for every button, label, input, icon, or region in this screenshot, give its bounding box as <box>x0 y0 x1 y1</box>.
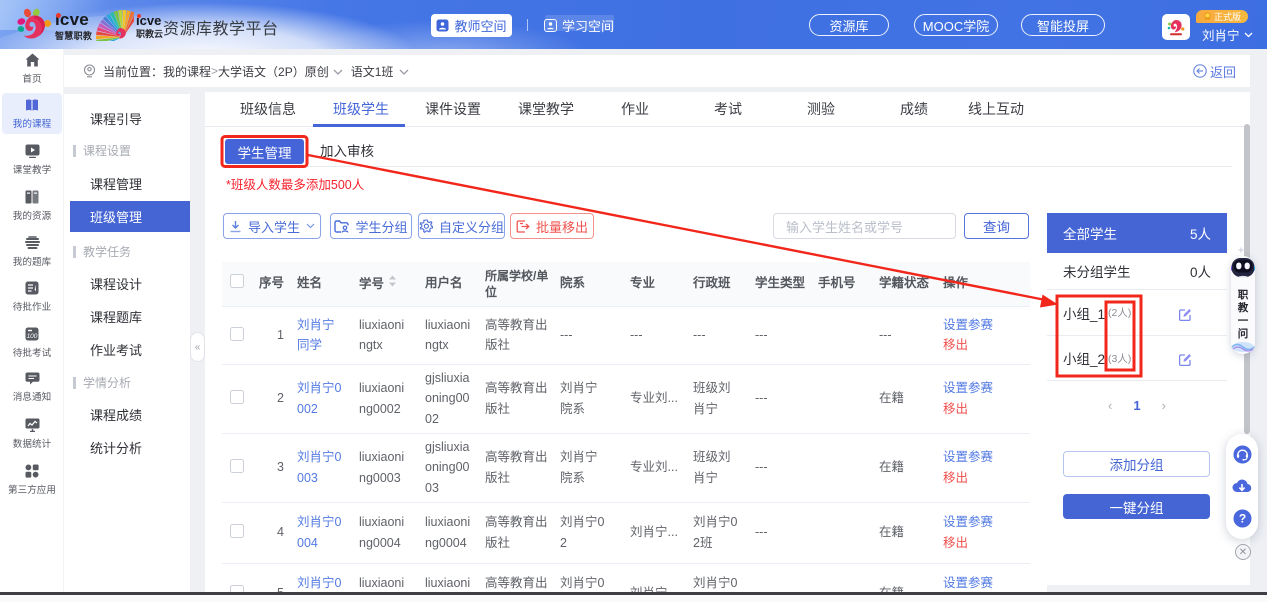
svg-text:?: ? <box>1238 512 1245 526</box>
svg-text:100: 100 <box>27 333 38 340</box>
